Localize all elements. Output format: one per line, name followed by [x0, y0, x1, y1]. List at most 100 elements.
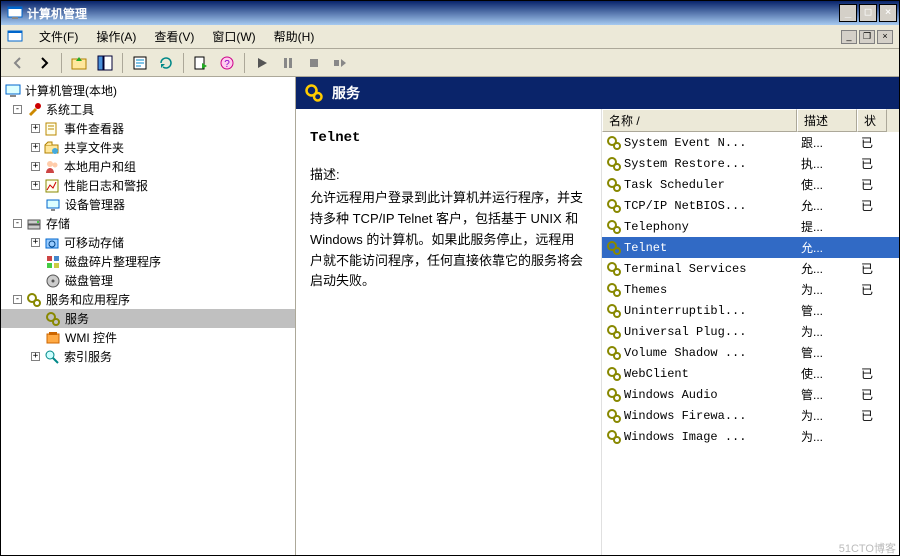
minimize-button[interactable]: _ — [839, 4, 857, 22]
service-status-cell: 已 — [857, 154, 887, 173]
service-row[interactable]: Windows Image ...为... — [602, 426, 899, 447]
show-hide-tree-button[interactable] — [94, 52, 116, 74]
tree-root-label: 计算机管理(本地) — [25, 82, 117, 99]
menu-action[interactable]: 操作(A) — [88, 26, 144, 47]
service-row[interactable]: Task Scheduler使...已 — [602, 174, 899, 195]
mdi-app-icon — [7, 29, 23, 45]
wmi-icon — [45, 330, 61, 346]
toolbar-divider — [183, 53, 184, 73]
service-status-cell — [857, 247, 887, 249]
expander-icon[interactable]: + — [31, 181, 40, 190]
services-list-pane[interactable]: 名称 / 描述 状 System Event N...跟...已System R… — [601, 109, 899, 555]
tree-storage[interactable]: - 存储 — [1, 214, 295, 233]
service-status-cell — [857, 226, 887, 228]
service-row[interactable]: Telnet允... — [602, 237, 899, 258]
restart-service-button[interactable] — [329, 52, 351, 74]
service-desc-cell: 跟... — [797, 133, 857, 152]
tree-shared-folders[interactable]: +共享文件夹 — [1, 138, 295, 157]
description-label: 描述: — [310, 165, 587, 186]
properties-button[interactable] — [129, 52, 151, 74]
tree-services-apps[interactable]: - 服务和应用程序 — [1, 290, 295, 309]
service-status-cell: 已 — [857, 259, 887, 278]
service-row[interactable]: Themes为...已 — [602, 279, 899, 300]
tree-root[interactable]: 计算机管理(本地) — [1, 81, 295, 100]
export-list-button[interactable] — [190, 52, 212, 74]
expander-icon[interactable]: + — [31, 352, 40, 361]
service-row[interactable]: Universal Plug...为... — [602, 321, 899, 342]
maximize-button[interactable]: □ — [859, 4, 877, 22]
service-row[interactable]: Uninterruptibl...管... — [602, 300, 899, 321]
service-row[interactable]: System Event N...跟...已 — [602, 132, 899, 153]
tree-label: 设备管理器 — [65, 196, 125, 213]
column-description[interactable]: 描述 — [797, 109, 857, 132]
service-row[interactable]: Windows Audio管...已 — [602, 384, 899, 405]
service-gear-icon — [606, 303, 622, 319]
column-name[interactable]: 名称 / — [602, 109, 797, 132]
tree-wmi-control[interactable]: WMI 控件 — [1, 328, 295, 347]
service-row[interactable]: Windows Firewa...为...已 — [602, 405, 899, 426]
expander-icon[interactable]: + — [31, 143, 40, 152]
service-name-cell: System Event N... — [602, 134, 797, 152]
service-name-cell: Universal Plug... — [602, 323, 797, 341]
forward-button[interactable] — [33, 52, 55, 74]
expander-icon[interactable]: + — [31, 238, 40, 247]
service-gear-icon — [606, 345, 622, 361]
tree-label: WMI 控件 — [65, 329, 117, 346]
menu-view[interactable]: 查看(V) — [146, 26, 202, 47]
column-status[interactable]: 状 — [857, 109, 887, 132]
service-row[interactable]: Telephony提... — [602, 216, 899, 237]
mdi-restore-button[interactable]: ❐ — [859, 30, 875, 44]
tree-label: 磁盘碎片整理程序 — [65, 253, 161, 270]
service-status-cell: 已 — [857, 175, 887, 194]
tree-event-viewer[interactable]: +事件查看器 — [1, 119, 295, 138]
tree-label: 本地用户和组 — [64, 158, 136, 175]
start-service-button[interactable] — [251, 52, 273, 74]
expander-icon[interactable]: - — [13, 295, 22, 304]
expander-icon[interactable]: + — [31, 124, 40, 133]
service-name-cell: WebClient — [602, 365, 797, 383]
tree-indexing-service[interactable]: +索引服务 — [1, 347, 295, 366]
tree-local-users[interactable]: + 本地用户和组 — [1, 157, 295, 176]
service-gear-icon — [606, 387, 622, 403]
tree-services[interactable]: 服务 — [1, 309, 295, 328]
services-header-icon — [304, 83, 324, 103]
tree-system-tools[interactable]: - 系统工具 — [1, 100, 295, 119]
stop-service-button[interactable] — [303, 52, 325, 74]
tree-disk-management[interactable]: 磁盘管理 — [1, 271, 295, 290]
tree-defragmenter[interactable]: 磁盘碎片整理程序 — [1, 252, 295, 271]
defrag-icon — [45, 254, 61, 270]
service-name-cell: TCP/IP NetBIOS... — [602, 197, 797, 215]
tree-device-manager[interactable]: 设备管理器 — [1, 195, 295, 214]
back-button[interactable] — [7, 52, 29, 74]
help-button[interactable]: ? — [216, 52, 238, 74]
up-button[interactable] — [68, 52, 90, 74]
service-name-cell: Windows Image ... — [602, 428, 797, 446]
storage-icon — [26, 216, 42, 232]
titlebar: 计算机管理 _ □ × — [1, 1, 899, 25]
refresh-button[interactable] — [155, 52, 177, 74]
service-row[interactable]: WebClient使...已 — [602, 363, 899, 384]
close-button[interactable]: × — [879, 4, 897, 22]
service-gear-icon — [606, 408, 622, 424]
computer-management-window: 计算机管理 _ □ × 文件(F) 操作(A) 查看(V) 窗口(W) 帮助(H… — [0, 0, 900, 556]
menu-help[interactable]: 帮助(H) — [266, 26, 323, 47]
mdi-close-button[interactable]: × — [877, 30, 893, 44]
expander-icon[interactable]: - — [13, 219, 22, 228]
tree-perf-logs[interactable]: +性能日志和警报 — [1, 176, 295, 195]
service-row[interactable]: Volume Shadow ...管... — [602, 342, 899, 363]
tree-removable-storage[interactable]: +可移动存储 — [1, 233, 295, 252]
service-name-cell: Terminal Services — [602, 260, 797, 278]
mdi-minimize-button[interactable]: _ — [841, 30, 857, 44]
service-gear-icon — [606, 177, 622, 193]
expander-icon[interactable]: + — [31, 162, 40, 171]
menu-file[interactable]: 文件(F) — [31, 26, 86, 47]
service-row[interactable]: TCP/IP NetBIOS...允...已 — [602, 195, 899, 216]
service-row[interactable]: Terminal Services允...已 — [602, 258, 899, 279]
pause-service-button[interactable] — [277, 52, 299, 74]
expander-icon[interactable]: - — [13, 105, 22, 114]
service-row[interactable]: System Restore...执...已 — [602, 153, 899, 174]
services-apps-icon — [26, 292, 42, 308]
menu-window[interactable]: 窗口(W) — [204, 26, 263, 47]
list-header: 名称 / 描述 状 — [602, 109, 899, 132]
tree-pane[interactable]: 计算机管理(本地) - 系统工具 +事件查看器 +共享文件夹 — [1, 77, 296, 555]
